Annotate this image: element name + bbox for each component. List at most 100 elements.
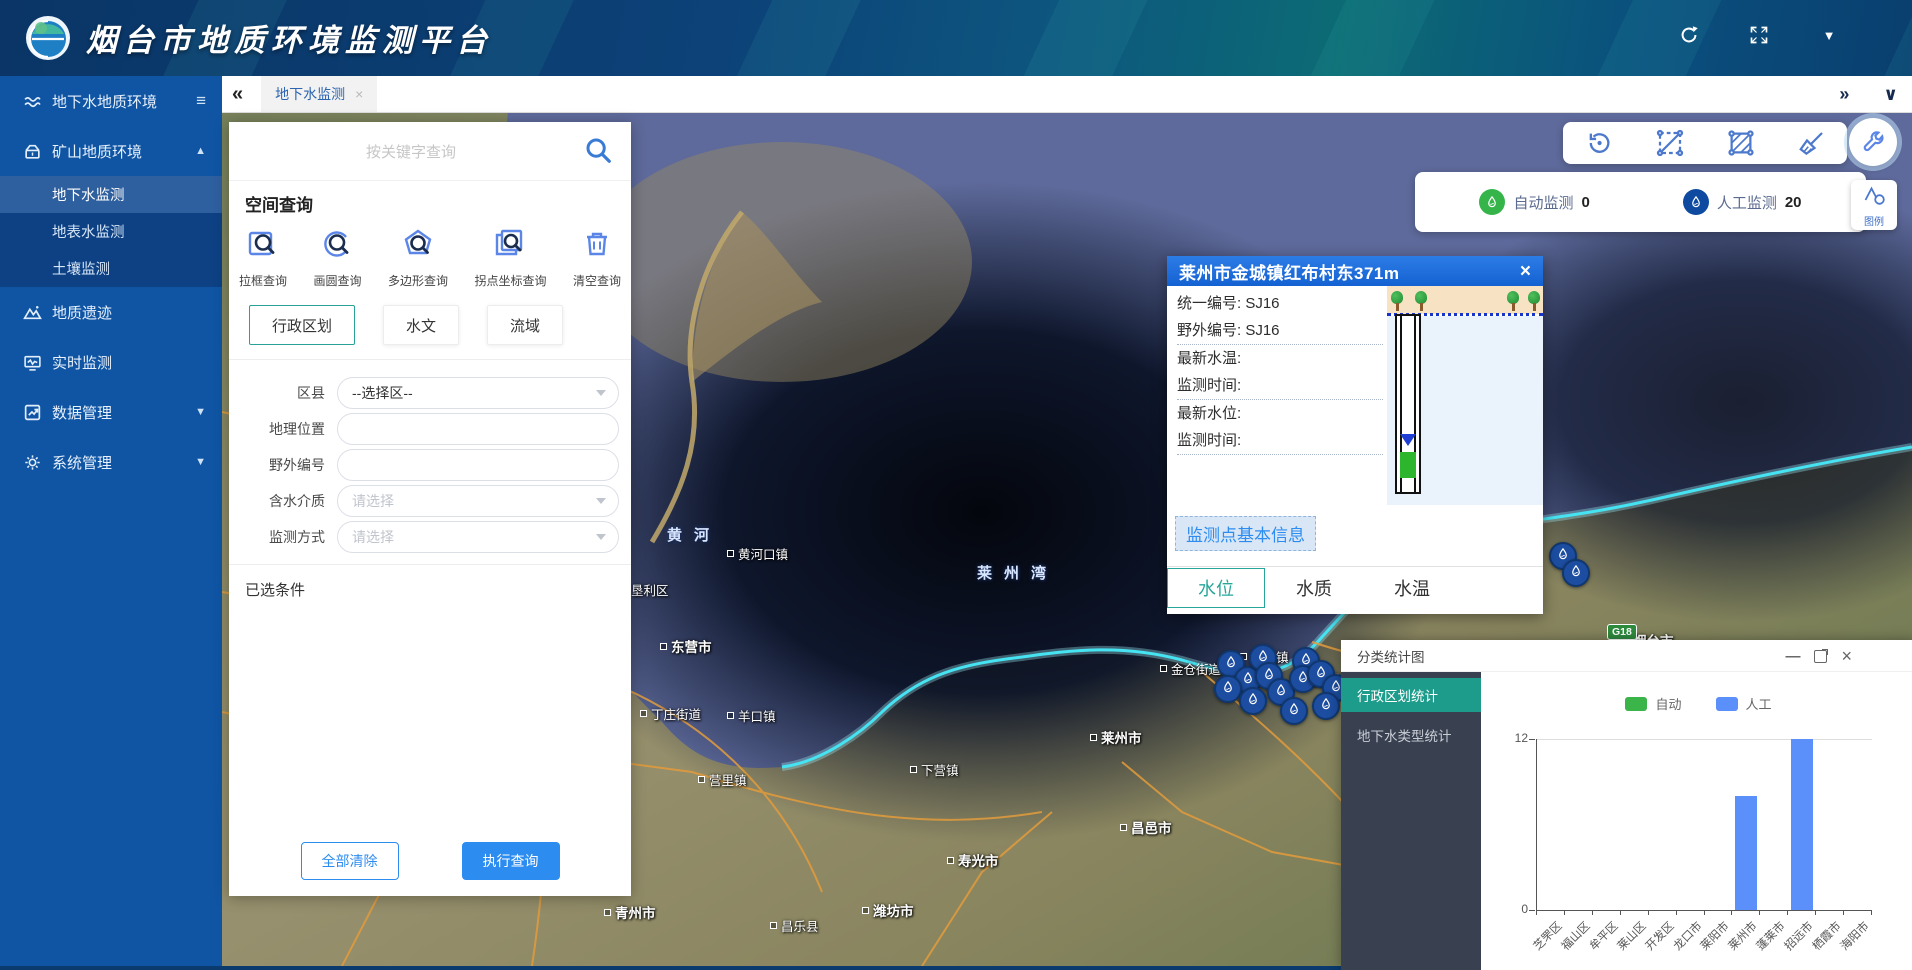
form-label: 野外编号 — [229, 455, 337, 475]
x-category-label: 蓬莱市 — [1753, 918, 1789, 954]
tree-icon — [1505, 291, 1521, 312]
monitor-counter-bar: 自动监测0人工监测20 — [1415, 172, 1866, 232]
maximize-icon[interactable] — [1814, 650, 1827, 663]
form-input-wrap-1 — [337, 413, 619, 445]
popup-close-icon[interactable]: × — [1520, 262, 1531, 281]
caret-down-icon[interactable]: ▼ — [195, 456, 206, 468]
query-tab-2[interactable]: 流域 — [487, 305, 563, 345]
chart-window-title: 分类统计图 — [1357, 646, 1425, 666]
clear-brush-icon[interactable] — [1797, 128, 1827, 158]
legend-item-0[interactable]: 自动 — [1625, 694, 1681, 713]
form-label: 监测方式 — [229, 527, 337, 547]
well-diagram — [1387, 286, 1543, 505]
map-label-12: 金仓街道 — [1160, 659, 1221, 678]
form-input-1[interactable] — [352, 420, 604, 438]
form-select-3[interactable]: 请选择 — [337, 485, 619, 517]
query-form: 区县--选择区--地理位置野外编号含水介质请选择监测方式请选择 — [229, 360, 631, 565]
polygon-search-icon — [400, 226, 436, 267]
station-marker[interactable] — [1214, 675, 1242, 703]
tree-icon — [1526, 291, 1542, 312]
spatial-tool-0[interactable]: 拉框查询 — [239, 226, 287, 289]
sidebar-item-5[interactable]: 系统管理▼ — [0, 437, 222, 487]
tab-expand-icon[interactable]: ∨ — [1883, 84, 1898, 105]
form-row-2: 野外编号 — [229, 450, 631, 480]
chart-side-tab-1[interactable]: 地下水类型统计 — [1341, 718, 1481, 752]
measure-area-icon[interactable] — [1726, 128, 1756, 158]
counter-value: 20 — [1785, 194, 1802, 211]
manual-monitor-icon — [1683, 189, 1709, 215]
tab-close-icon[interactable]: × — [355, 86, 363, 102]
sidebar-item-3[interactable]: 实时监测 — [0, 337, 222, 387]
map-label-dot — [660, 643, 667, 650]
x-tick-mark — [1871, 910, 1872, 915]
execute-query-button[interactable]: 执行查询 — [462, 842, 560, 880]
spatial-tool-4[interactable]: 清空查询 — [573, 226, 621, 289]
map-label-dot — [727, 550, 734, 557]
form-input-2[interactable] — [352, 456, 604, 474]
tab-groundwater-monitoring[interactable]: 地下水监测 × — [261, 76, 377, 112]
keyword-search-input[interactable] — [259, 136, 563, 168]
clear-all-button[interactable]: 全部清除 — [301, 842, 399, 880]
refresh-icon[interactable] — [1676, 22, 1702, 48]
legend-item-1[interactable]: 人工 — [1716, 694, 1772, 713]
station-marker[interactable] — [1312, 692, 1340, 720]
sidebar-subitem-1[interactable]: 地表水监测 — [0, 213, 222, 250]
form-row-1: 地理位置 — [229, 414, 631, 444]
popup-tab-2[interactable]: 水温 — [1363, 568, 1461, 608]
app-logo-icon — [24, 14, 72, 62]
popup-tab-1[interactable]: 水质 — [1265, 568, 1363, 608]
spatial-tool-2[interactable]: 多边形查询 — [388, 226, 448, 289]
sidebar-item-4[interactable]: 数据管理▼ — [0, 387, 222, 437]
map-label-dot — [1160, 665, 1167, 672]
fullscreen-icon[interactable] — [1746, 22, 1772, 48]
minimize-icon[interactable]: — — [1785, 648, 1800, 665]
form-select-0[interactable]: --选择区-- — [337, 377, 619, 409]
sidebar-item-1[interactable]: 矿山地质环境▲ — [0, 126, 222, 176]
map-label-text: 黄河 — [667, 524, 721, 545]
sidebar-item-2[interactable]: 地质遗迹 — [0, 287, 222, 337]
caret-down-icon[interactable]: ▼ — [1816, 22, 1842, 48]
chart-side-tab-0[interactable]: 行政区划统计 — [1341, 678, 1481, 712]
auto-monitor-icon — [1479, 189, 1505, 215]
map-label-8: 下营镇 — [910, 760, 959, 779]
map-label-text: 寿光市 — [958, 850, 999, 870]
station-marker[interactable] — [1562, 559, 1590, 587]
caret-up-icon[interactable]: ▲ — [195, 145, 206, 157]
form-row-0: 区县--选择区-- — [229, 378, 631, 408]
app-header: 烟台市地质环境监测平台 ▼ — [0, 0, 1912, 76]
sidebar-item-label: 地质遗迹 — [52, 302, 112, 323]
measure-distance-icon[interactable] — [1655, 128, 1685, 158]
station-info-link[interactable]: 监测点基本信息 — [1175, 516, 1316, 551]
search-icon[interactable] — [583, 135, 613, 170]
map-label-text: 垦利区 — [631, 580, 669, 599]
form-select-4[interactable]: 请选择 — [337, 521, 619, 553]
query-panel: 空间查询 拉框查询画圆查询多边形查询拐点坐标查询清空查询 行政区划水文流域 区县… — [229, 122, 631, 896]
tab-label: 地下水监测 — [275, 84, 345, 104]
history-icon[interactable] — [1584, 128, 1614, 158]
collapse-tabs-icon[interactable]: « — [232, 83, 243, 106]
popup-tab-0[interactable]: 水位 — [1167, 568, 1265, 608]
x-category-label: 栖霞市 — [1809, 918, 1845, 954]
sidebar-subitem-0[interactable]: 地下水监测 — [0, 176, 222, 213]
tools-wrench-button[interactable] — [1849, 118, 1897, 166]
popup-tabs: 水位水质水温 — [1167, 568, 1467, 610]
menu-icon[interactable]: ≡ — [196, 91, 206, 111]
query-tab-1[interactable]: 水文 — [383, 305, 459, 345]
sidebar-subitem-2[interactable]: 土壤监测 — [0, 250, 222, 287]
legend-button[interactable]: 图例 — [1851, 180, 1897, 230]
query-tab-0[interactable]: 行政区划 — [249, 305, 355, 345]
spatial-tool-label: 画圆查询 — [313, 272, 361, 289]
tab-overflow-icon[interactable]: » — [1839, 84, 1849, 105]
caret-down-icon[interactable]: ▼ — [195, 406, 206, 418]
station-marker[interactable] — [1280, 697, 1308, 725]
map-label-text: 丁庄街道 — [651, 704, 701, 723]
close-icon[interactable]: × — [1841, 646, 1852, 667]
spatial-tool-3[interactable]: 拐点坐标查询 — [474, 226, 546, 289]
spatial-tool-1[interactable]: 画圆查询 — [313, 226, 361, 289]
droplet-icon — [1221, 680, 1235, 699]
map-label-dot — [1120, 824, 1127, 831]
map-toolbar — [1563, 122, 1847, 164]
sidebar-item-0[interactable]: 地下水地质环境≡ — [0, 76, 222, 126]
x-category-label: 龙口市 — [1669, 918, 1705, 954]
station-marker[interactable] — [1239, 687, 1267, 715]
